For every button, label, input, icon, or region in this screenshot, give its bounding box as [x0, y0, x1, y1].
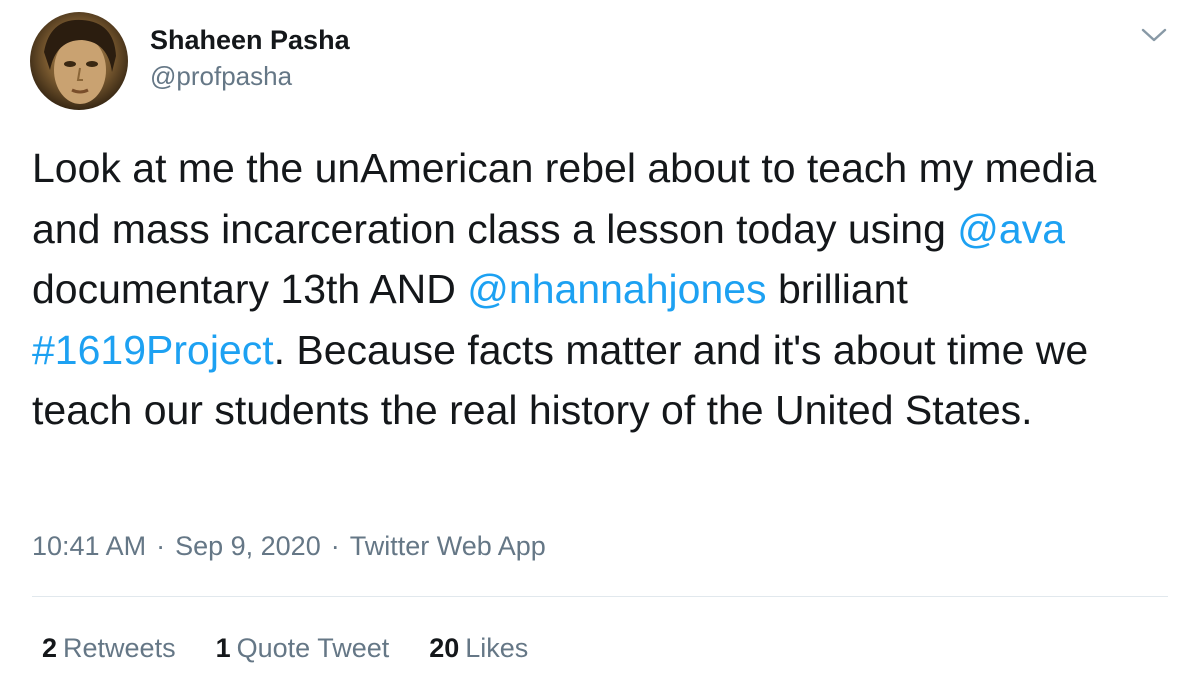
quotes-count: 1: [215, 633, 231, 663]
tweet-card: Shaheen Pasha @profpasha Look at me the …: [0, 0, 1198, 684]
divider: [32, 596, 1168, 597]
author-names: Shaheen Pasha @profpasha: [150, 25, 350, 93]
retweets-label: Retweets: [63, 633, 176, 663]
retweets-count: 2: [42, 633, 58, 663]
tweet-text-segment: brilliant: [766, 266, 908, 312]
avatar-photo: [44, 19, 116, 104]
tweet-source[interactable]: Twitter Web App: [350, 531, 546, 561]
mention-link-ava[interactable]: @ava: [957, 206, 1065, 252]
tweet-meta: 10:41 AM · Sep 9, 2020 · Twitter Web App: [32, 528, 546, 564]
tweet-stats: 2 Retweets 1 Quote Tweet 20 Likes: [42, 630, 568, 666]
likes-stat[interactable]: 20 Likes: [429, 630, 528, 666]
quote-tweets-stat[interactable]: 1 Quote Tweet: [216, 630, 390, 666]
likes-label: Likes: [465, 633, 529, 663]
likes-count: 20: [429, 633, 460, 663]
tweet-time[interactable]: 10:41 AM: [32, 531, 146, 561]
tweet-text-segment: documentary 13th AND: [32, 266, 468, 312]
meta-separator: ·: [330, 531, 340, 561]
author-handle[interactable]: @profpasha: [150, 59, 350, 93]
avatar[interactable]: [30, 12, 128, 110]
retweets-stat[interactable]: 2 Retweets: [42, 630, 176, 666]
mention-link-nhannahjones[interactable]: @nhannahjones: [467, 266, 766, 312]
quotes-label: Quote Tweet: [236, 633, 390, 663]
meta-separator: ·: [156, 531, 166, 561]
tweet-header: Shaheen Pasha @profpasha: [30, 12, 350, 110]
chevron-down-icon[interactable]: [1140, 24, 1168, 46]
hashtag-link-1619project[interactable]: #1619Project: [32, 327, 274, 373]
author-display-name[interactable]: Shaheen Pasha: [150, 23, 350, 57]
tweet-text-segment: Look at me the unAmerican rebel about to…: [32, 145, 1097, 252]
tweet-date[interactable]: Sep 9, 2020: [175, 531, 321, 561]
tweet-text: Look at me the unAmerican rebel about to…: [32, 138, 1172, 441]
